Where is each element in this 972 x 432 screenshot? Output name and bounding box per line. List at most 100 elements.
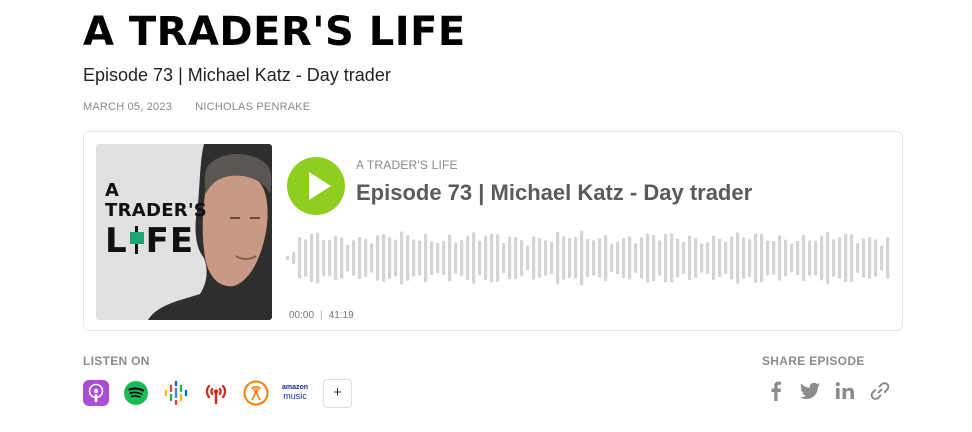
waveform-seekbar[interactable] xyxy=(286,226,892,290)
waveform-bar[interactable] xyxy=(742,237,746,279)
overcast-icon[interactable] xyxy=(243,380,269,406)
waveform-bar[interactable] xyxy=(466,236,470,280)
waveform-bar[interactable] xyxy=(328,239,332,277)
waveform-bar[interactable] xyxy=(766,240,770,276)
waveform-bar[interactable] xyxy=(688,235,692,281)
waveform-bar[interactable] xyxy=(664,233,668,283)
waveform-bar[interactable] xyxy=(808,240,812,276)
waveform-bar[interactable] xyxy=(676,238,680,278)
waveform-bar[interactable] xyxy=(370,243,374,273)
waveform-bar[interactable] xyxy=(394,239,398,277)
waveform-bar[interactable] xyxy=(568,238,572,278)
waveform-bar[interactable] xyxy=(508,236,512,280)
waveform-bar[interactable] xyxy=(850,234,854,282)
waveform-bar[interactable] xyxy=(352,240,356,276)
waveform-bar[interactable] xyxy=(538,238,542,278)
waveform-bar[interactable] xyxy=(598,238,602,278)
waveform-bar[interactable] xyxy=(646,233,650,283)
waveform-bar[interactable] xyxy=(502,243,506,273)
waveform-bar[interactable] xyxy=(292,252,296,264)
waveform-bar[interactable] xyxy=(382,234,386,282)
waveform-bar[interactable] xyxy=(706,242,710,274)
podcast-antenna-icon[interactable] xyxy=(203,380,229,406)
waveform-bar[interactable] xyxy=(286,256,290,260)
waveform-bar[interactable] xyxy=(880,245,884,271)
waveform-bar[interactable] xyxy=(700,243,704,273)
waveform-bar[interactable] xyxy=(574,237,578,279)
play-button[interactable] xyxy=(287,157,345,215)
waveform-bar[interactable] xyxy=(844,233,848,283)
waveform-bar[interactable] xyxy=(580,230,584,286)
waveform-bar[interactable] xyxy=(412,239,416,277)
waveform-bar[interactable] xyxy=(868,237,872,279)
waveform-bar[interactable] xyxy=(616,241,620,275)
waveform-bar[interactable] xyxy=(610,244,614,272)
waveform-bar[interactable] xyxy=(490,233,494,283)
waveform-bar[interactable] xyxy=(694,238,698,278)
facebook-icon[interactable] xyxy=(765,380,787,402)
waveform-bar[interactable] xyxy=(562,236,566,280)
waveform-bar[interactable] xyxy=(418,240,422,276)
waveform-bar[interactable] xyxy=(322,239,326,277)
waveform-bar[interactable] xyxy=(376,235,380,281)
waveform-bar[interactable] xyxy=(364,239,368,277)
waveform-bar[interactable] xyxy=(730,236,734,280)
waveform-bar[interactable] xyxy=(298,237,302,279)
waveform-bar[interactable] xyxy=(886,237,890,279)
waveform-bar[interactable] xyxy=(832,239,836,277)
waveform-bar[interactable] xyxy=(622,238,626,278)
waveform-bar[interactable] xyxy=(748,239,752,277)
waveform-bar[interactable] xyxy=(514,237,518,279)
waveform-bar[interactable] xyxy=(820,235,824,281)
waveform-bar[interactable] xyxy=(526,245,530,271)
waveform-bar[interactable] xyxy=(784,239,788,277)
waveform-bar[interactable] xyxy=(790,243,794,273)
waveform-bar[interactable] xyxy=(586,239,590,278)
waveform-bar[interactable] xyxy=(448,234,452,282)
waveform-bar[interactable] xyxy=(478,240,482,276)
waveform-bar[interactable] xyxy=(358,236,362,279)
waveform-bar[interactable] xyxy=(310,233,314,283)
waveform-bar[interactable] xyxy=(856,243,860,273)
waveform-bar[interactable] xyxy=(640,237,644,279)
waveform-bar[interactable] xyxy=(838,237,842,279)
twitter-icon[interactable] xyxy=(799,380,821,402)
waveform-bar[interactable] xyxy=(406,235,410,281)
waveform-bar[interactable] xyxy=(754,233,758,283)
waveform-bar[interactable] xyxy=(682,242,686,274)
waveform-bar[interactable] xyxy=(634,243,638,273)
waveform-bar[interactable] xyxy=(772,241,776,275)
waveform-bar[interactable] xyxy=(556,231,560,285)
waveform-bar[interactable] xyxy=(724,241,728,275)
waveform-bar[interactable] xyxy=(826,231,830,285)
waveform-bar[interactable] xyxy=(778,235,782,281)
waveform-bar[interactable] xyxy=(520,239,524,277)
waveform-bar[interactable] xyxy=(532,236,536,280)
waveform-bar[interactable] xyxy=(484,235,488,281)
google-podcasts-icon[interactable] xyxy=(163,380,189,406)
author-name[interactable]: NICHOLAS PENRAKE xyxy=(195,101,310,113)
apple-podcasts-icon[interactable] xyxy=(83,380,109,406)
more-platforms-button[interactable]: + xyxy=(323,379,352,408)
waveform-bar[interactable] xyxy=(430,241,434,275)
waveform-bar[interactable] xyxy=(874,239,878,277)
waveform-bar[interactable] xyxy=(670,233,674,283)
waveform-bar[interactable] xyxy=(796,240,800,276)
waveform-bar[interactable] xyxy=(736,232,740,284)
waveform-bar[interactable] xyxy=(814,240,818,276)
waveform-bar[interactable] xyxy=(460,240,464,276)
waveform-bar[interactable] xyxy=(304,239,308,277)
link-icon[interactable] xyxy=(869,380,891,402)
waveform-bar[interactable] xyxy=(802,234,806,281)
waveform-bar[interactable] xyxy=(400,231,404,285)
waveform-bar[interactable] xyxy=(550,241,554,275)
waveform-bar[interactable] xyxy=(442,240,446,276)
waveform-bar[interactable] xyxy=(496,234,500,282)
waveform-bar[interactable] xyxy=(346,244,350,272)
linkedin-icon[interactable] xyxy=(834,380,856,402)
waveform-bar[interactable] xyxy=(718,238,722,278)
waveform-bar[interactable] xyxy=(652,235,656,281)
waveform-bar[interactable] xyxy=(760,234,764,282)
waveform-bar[interactable] xyxy=(658,240,662,276)
waveform-bar[interactable] xyxy=(544,240,548,276)
